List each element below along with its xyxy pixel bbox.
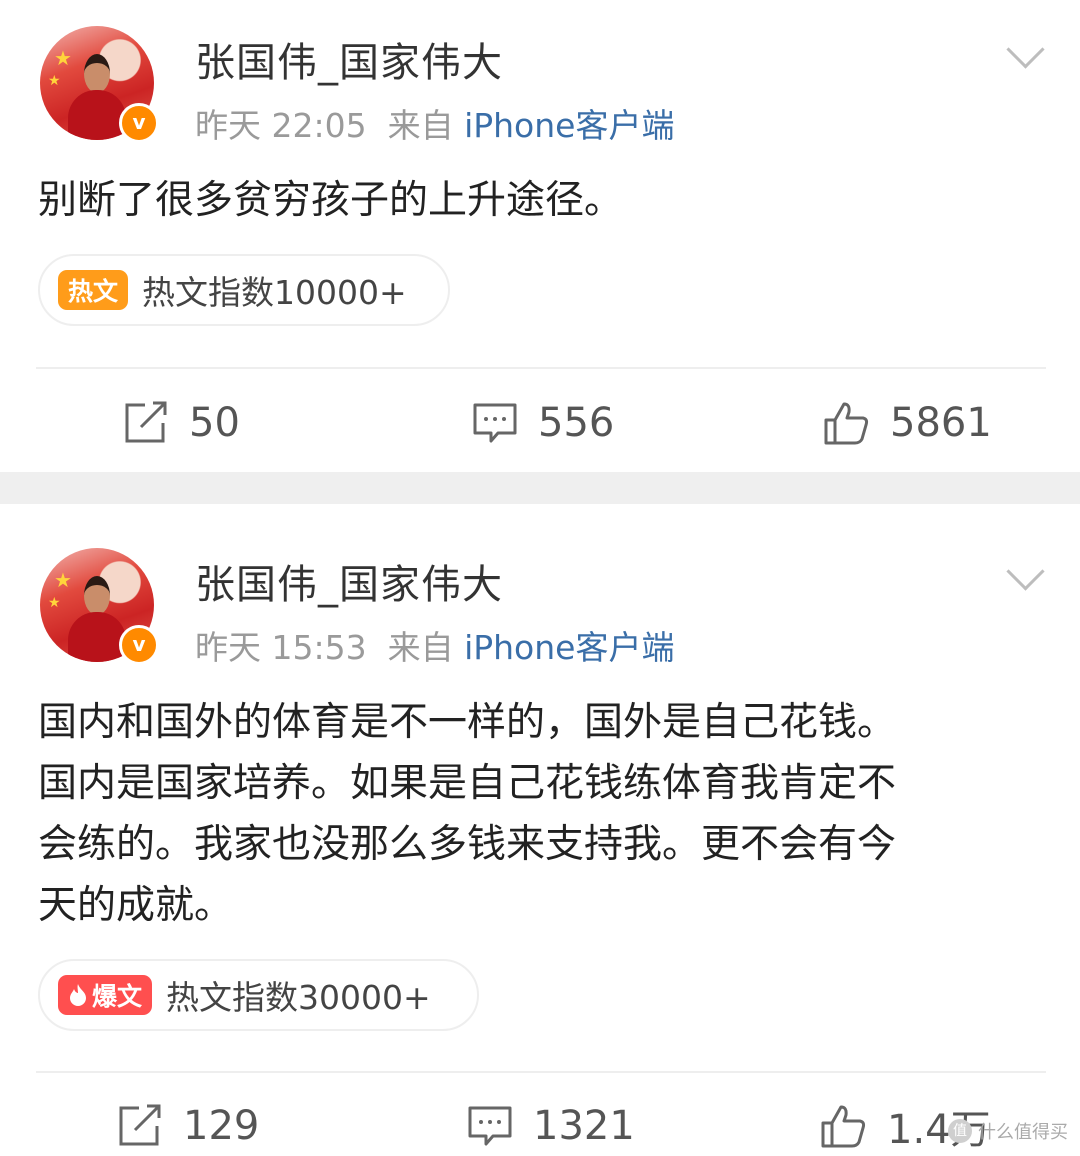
hot-index-pill[interactable]: 热文 热文指数10000+ bbox=[38, 254, 450, 326]
source-link[interactable]: iPhone客户端 bbox=[464, 628, 674, 667]
avatar-head bbox=[84, 54, 110, 93]
comment-count: 556 bbox=[538, 400, 615, 446]
repost-icon bbox=[119, 1104, 161, 1146]
avatar-head bbox=[84, 576, 110, 615]
hot-tag: 爆文 bbox=[58, 975, 153, 1015]
source-prefix: 来自 bbox=[387, 106, 454, 145]
timestamp: 昨天 15:53 bbox=[195, 628, 367, 667]
comment-button[interactable]: 1321 bbox=[467, 1096, 635, 1156]
repost-count: 129 bbox=[183, 1103, 260, 1149]
repost-button[interactable]: 129 bbox=[117, 1096, 259, 1156]
repost-count: 50 bbox=[189, 400, 240, 446]
post-meta: 昨天 22:05 来自 iPhone客户端 bbox=[195, 99, 674, 147]
content-line: 国内是国家培养。如果是自己花钱练体育我肯定不 bbox=[38, 761, 897, 806]
post-content: 别断了很多贫穷孩子的上升途径。 bbox=[38, 170, 623, 231]
post-card: ★ ★ v 张国伟_国家伟大 昨天 22:05 来自 iPhone客户端 别断了… bbox=[0, 0, 1080, 472]
source-prefix: 来自 bbox=[387, 628, 454, 667]
post-card: ★ ★ v 张国伟_国家伟大 昨天 15:53 来自 iPhone客户端 国内和… bbox=[0, 504, 1080, 1153]
comment-count: 1321 bbox=[533, 1103, 635, 1149]
username[interactable]: 张国伟_国家伟大 bbox=[195, 552, 503, 610]
hot-index-text: 热文指数30000+ bbox=[166, 978, 431, 1017]
hot-tag-label: 热文 bbox=[68, 277, 119, 306]
verified-badge: v bbox=[119, 625, 159, 665]
watermark-text: 什么值得买 bbox=[978, 1122, 1068, 1143]
repost-icon bbox=[125, 401, 167, 443]
divider bbox=[36, 367, 1046, 369]
divider bbox=[36, 1071, 1046, 1073]
star-icon: ★ bbox=[54, 568, 72, 592]
like-icon bbox=[824, 402, 869, 445]
post-meta: 昨天 15:53 来自 iPhone客户端 bbox=[195, 621, 674, 669]
star-icon: ★ bbox=[48, 595, 61, 611]
watermark: 值 什么值得买 bbox=[948, 1118, 1068, 1144]
flame-icon bbox=[70, 984, 86, 1006]
avatar-body bbox=[68, 612, 126, 662]
comment-icon bbox=[473, 403, 517, 443]
content-line: 天的成就。 bbox=[38, 883, 234, 928]
like-count: 5861 bbox=[890, 400, 992, 446]
avatar-body bbox=[68, 90, 126, 140]
star-icon: ★ bbox=[54, 46, 72, 70]
content-line: 会练的。我家也没那么多钱来支持我。更不会有今 bbox=[38, 822, 897, 867]
like-icon bbox=[821, 1105, 866, 1148]
comment-icon bbox=[468, 1106, 512, 1146]
content-line: 别断了很多贫穷孩子的上升途径。 bbox=[38, 178, 624, 223]
hot-index-pill[interactable]: 爆文 热文指数30000+ bbox=[38, 959, 479, 1031]
hot-tag: 热文 bbox=[58, 270, 129, 310]
source-link[interactable]: iPhone客户端 bbox=[464, 106, 674, 145]
hot-tag-label: 爆文 bbox=[92, 982, 143, 1011]
username[interactable]: 张国伟_国家伟大 bbox=[195, 30, 503, 88]
like-button[interactable]: 5861 bbox=[822, 393, 992, 453]
star-icon: ★ bbox=[48, 73, 61, 89]
feed-separator bbox=[0, 472, 1080, 504]
hot-index-text: 热文指数10000+ bbox=[142, 273, 407, 312]
chevron-down-icon[interactable] bbox=[1006, 552, 1045, 591]
repost-button[interactable]: 50 bbox=[123, 393, 240, 453]
verified-badge: v bbox=[119, 103, 159, 143]
chevron-down-icon[interactable] bbox=[1006, 30, 1045, 69]
content-line: 国内和国外的体育是不一样的，国外是自己花钱。 bbox=[38, 700, 897, 745]
comment-button[interactable]: 556 bbox=[472, 393, 614, 453]
post-content: 国内和国外的体育是不一样的，国外是自己花钱。 国内是国家培养。如果是自己花钱练体… bbox=[38, 692, 896, 936]
timestamp: 昨天 22:05 bbox=[195, 106, 367, 145]
watermark-icon: 值 bbox=[948, 1119, 972, 1143]
